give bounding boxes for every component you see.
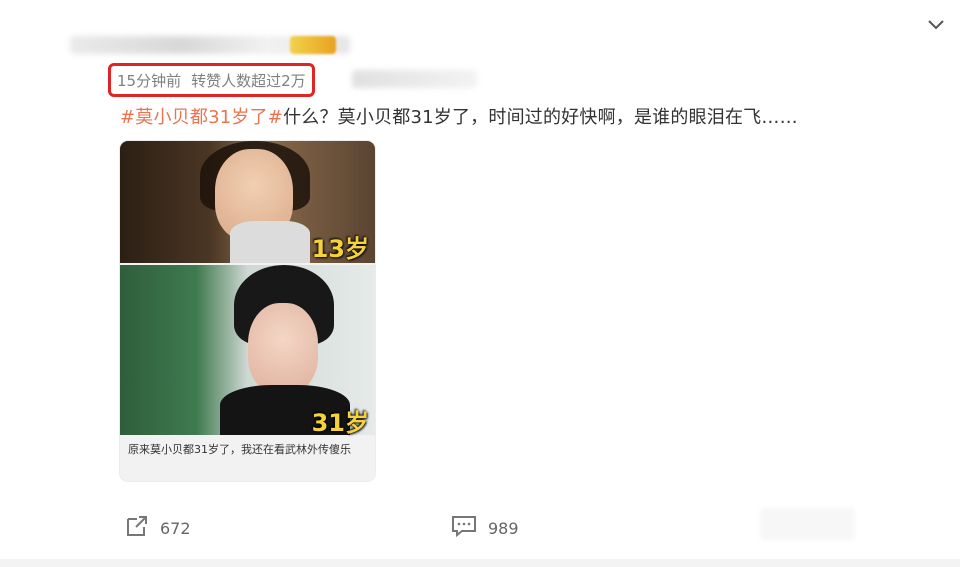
divider xyxy=(0,559,960,567)
photo-adult: 31岁 xyxy=(120,265,375,437)
share-icon xyxy=(124,513,150,543)
post-body: 什么？莫小贝都31岁了，时间过的好快啊，是谁的眼泪在飞…… xyxy=(283,107,798,128)
repost-info: 转赞人数超过2万 xyxy=(191,71,306,90)
age-label-13: 13岁 xyxy=(311,235,369,263)
photo-child: 13岁 xyxy=(120,141,375,263)
photo-detail xyxy=(248,303,318,393)
image-caption: 原来莫小贝都31岁了，我还在看武林外传傻乐 xyxy=(128,443,351,456)
repost-button[interactable]: 672 xyxy=(124,513,191,543)
comment-button[interactable]: 989 xyxy=(450,513,519,543)
hashtag-link[interactable]: #莫小贝都31岁了# xyxy=(120,107,283,128)
blurred-source xyxy=(352,70,477,88)
weibo-post-card: 15分钟前 转赞人数超过2万 #莫小贝都31岁了#什么？莫小贝都31岁了，时间过… xyxy=(0,0,960,567)
post-meta-highlight: 15分钟前 转赞人数超过2万 xyxy=(108,63,315,97)
repost-count: 672 xyxy=(160,518,191,538)
chevron-down-icon[interactable] xyxy=(926,16,946,32)
vip-badge xyxy=(290,36,336,54)
post-time[interactable]: 15分钟前 xyxy=(117,70,181,91)
comment-count: 989 xyxy=(488,518,519,538)
comment-icon xyxy=(450,513,478,543)
post-image-card[interactable]: 13岁 31岁 原来莫小贝都31岁了，我还在看武林外传傻乐 xyxy=(120,141,375,481)
age-label-31: 31岁 xyxy=(311,409,369,437)
post-text: #莫小贝都31岁了#什么？莫小贝都31岁了，时间过的好快啊，是谁的眼泪在飞…… xyxy=(120,103,940,129)
photo-detail xyxy=(230,221,310,263)
like-button-faded[interactable] xyxy=(760,508,855,540)
